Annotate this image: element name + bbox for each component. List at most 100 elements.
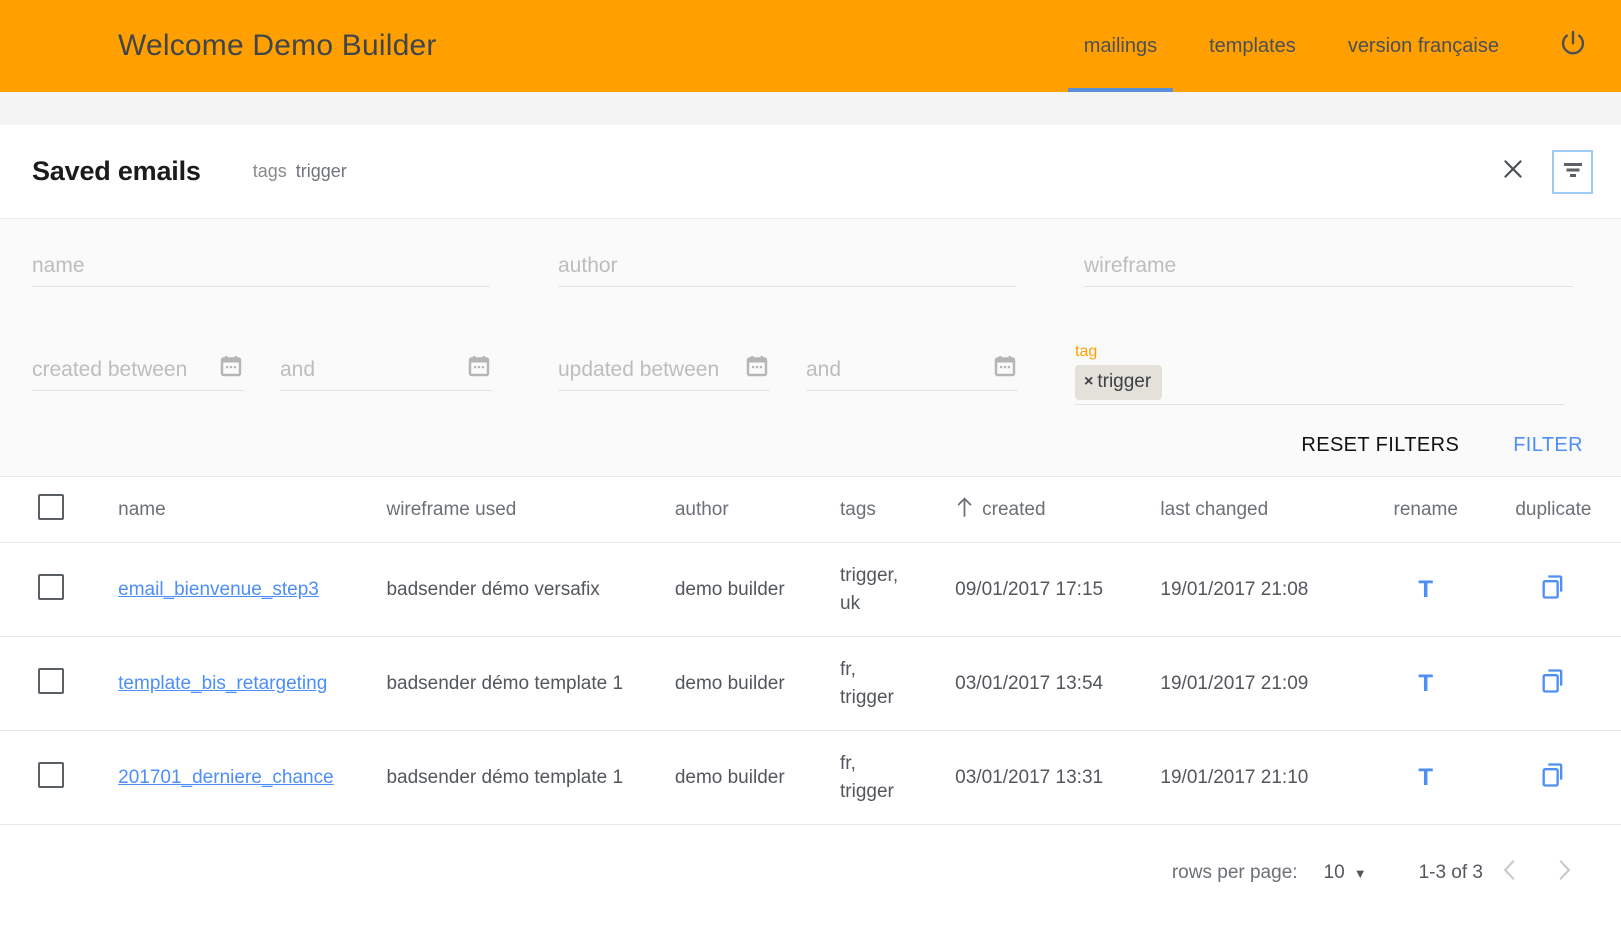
rows-per-page-value: 10 [1323, 862, 1345, 883]
column-header-tags[interactable]: tags [840, 476, 956, 543]
chevron-down-icon: ▼ [1353, 865, 1367, 881]
saved-emails-table: name wireframe used author tags created … [0, 476, 1621, 825]
filter-row-1 [32, 239, 1589, 287]
row-name-cell: 201701_derniere_chance [118, 730, 387, 825]
clear-filters-button[interactable] [1496, 155, 1530, 189]
filter-field-created-to [280, 343, 492, 405]
filter-field-name [32, 239, 490, 287]
next-page-button[interactable] [1537, 846, 1591, 900]
row-checkbox[interactable] [38, 573, 64, 600]
row-duplicate-cell [1485, 542, 1621, 637]
chip-remove-icon[interactable]: × [1084, 373, 1093, 391]
copy-icon [1539, 667, 1567, 701]
filter-gap-1 [490, 239, 558, 287]
column-header-author[interactable]: author [674, 476, 841, 543]
name-input[interactable] [32, 254, 490, 286]
filter-gap-6 [1018, 343, 1075, 405]
row-checkbox[interactable] [38, 667, 64, 694]
row-select-cell [0, 542, 119, 637]
table-row: 201701_derniere_chance badsender démo te… [0, 730, 1621, 825]
main-navigation: mailings templates version française [1058, 0, 1621, 92]
nav-item-mailings[interactable]: mailings [1058, 0, 1183, 92]
tag-chip-trigger[interactable]: × trigger [1075, 365, 1163, 400]
row-tags-cell: trigger, uk [840, 542, 956, 637]
previous-page-button[interactable] [1483, 846, 1537, 900]
row-wireframe-cell: badsender démo template 1 [386, 636, 675, 731]
email-name-link[interactable]: 201701_derniere_chance [118, 767, 334, 788]
rename-button[interactable]: T [1418, 764, 1433, 791]
column-header-last-changed[interactable]: last changed [1160, 476, 1366, 543]
column-header-wireframe-used-label: wireframe used [386, 498, 517, 520]
pagination-range: 1-3 of 3 [1418, 862, 1483, 883]
row-rename-cell: T [1365, 636, 1486, 731]
column-header-rename-label: rename [1393, 498, 1458, 520]
column-header-rename: rename [1365, 476, 1486, 543]
copy-icon [1539, 761, 1567, 795]
row-author-cell: demo builder [674, 636, 841, 731]
select-all-checkbox[interactable] [38, 493, 64, 520]
app-window: Welcome Demo Builder mailings templates … [0, 0, 1621, 944]
rename-button[interactable]: T [1418, 670, 1433, 697]
select-all-header [0, 476, 119, 543]
close-icon [1500, 156, 1526, 187]
updated-from-input[interactable] [558, 358, 770, 390]
row-rename-cell: T [1365, 542, 1486, 637]
filter-field-updated-to [806, 343, 1018, 405]
nav-item-version-francaise[interactable]: version française [1322, 0, 1525, 92]
filter-gap-2 [1016, 239, 1084, 287]
email-name-link[interactable]: email_bienvenue_step3 [118, 579, 319, 600]
column-header-duplicate: duplicate [1485, 476, 1621, 543]
row-rename-cell: T [1365, 730, 1486, 825]
page-header: Saved emails tags trigger [0, 125, 1621, 218]
row-tags-cell: fr, trigger [840, 636, 956, 731]
table-pagination: rows per page: 10 ▼ 1-3 of 3 [0, 825, 1621, 921]
row-duplicate-cell [1485, 636, 1621, 731]
duplicate-button[interactable] [1539, 761, 1567, 795]
created-to-input[interactable] [280, 358, 492, 390]
page-header-actions [1496, 149, 1593, 194]
nav-item-templates[interactable]: templates [1183, 0, 1322, 92]
wireframe-input[interactable] [1084, 254, 1573, 286]
created-from-input[interactable] [32, 358, 244, 390]
apply-filter-button[interactable]: FILTER [1507, 433, 1589, 458]
row-checkbox[interactable] [38, 761, 64, 788]
column-header-created[interactable]: created [955, 476, 1161, 543]
header-strip [0, 92, 1621, 125]
tag-field-label: tag [1075, 343, 1098, 360]
logout-button[interactable] [1525, 0, 1621, 92]
app-header: Welcome Demo Builder mailings templates … [0, 0, 1621, 92]
active-filter-summary: tags trigger [253, 161, 347, 182]
table-row: email_bienvenue_step3 badsender démo ver… [0, 542, 1621, 637]
toggle-filter-panel-button[interactable] [1552, 149, 1593, 194]
author-input[interactable] [558, 254, 1016, 286]
rename-button[interactable]: T [1418, 576, 1433, 603]
duplicate-button[interactable] [1539, 573, 1567, 607]
updated-to-input[interactable] [806, 358, 1018, 390]
rows-per-page-label: rows per page: [1171, 862, 1298, 883]
duplicate-button[interactable] [1539, 667, 1567, 701]
row-select-cell [0, 636, 119, 731]
filter-field-created-from [32, 343, 244, 405]
column-header-name[interactable]: name [118, 476, 387, 543]
filter-gap-4 [492, 343, 558, 405]
filter-panel: tag × trigger RESET FILTERS FILTER [0, 218, 1621, 476]
filter-row-2: tag × trigger [32, 343, 1589, 405]
chevron-right-icon [1551, 857, 1577, 889]
active-filter-value: trigger [295, 161, 347, 181]
chevron-left-icon [1497, 857, 1523, 889]
active-filter-label: tags [252, 161, 287, 181]
row-select-cell [0, 730, 119, 825]
row-name-cell: email_bienvenue_step3 [118, 542, 387, 637]
reset-filters-button[interactable]: RESET FILTERS [1295, 433, 1465, 458]
nav-item-mailings-label: mailings [1083, 34, 1158, 57]
column-header-wireframe-used[interactable]: wireframe used [386, 476, 675, 543]
row-author-cell: demo builder [674, 542, 841, 637]
row-duplicate-cell [1485, 730, 1621, 825]
email-name-link[interactable]: template_bis_retargeting [118, 673, 327, 694]
nav-item-templates-label: templates [1209, 34, 1296, 57]
tag-chip-container[interactable]: × trigger [1075, 365, 1564, 405]
column-header-author-label: author [674, 498, 729, 520]
chip-label: trigger [1097, 371, 1152, 392]
copy-icon [1539, 573, 1567, 607]
rows-per-page-select[interactable]: 10 ▼ [1324, 862, 1367, 884]
